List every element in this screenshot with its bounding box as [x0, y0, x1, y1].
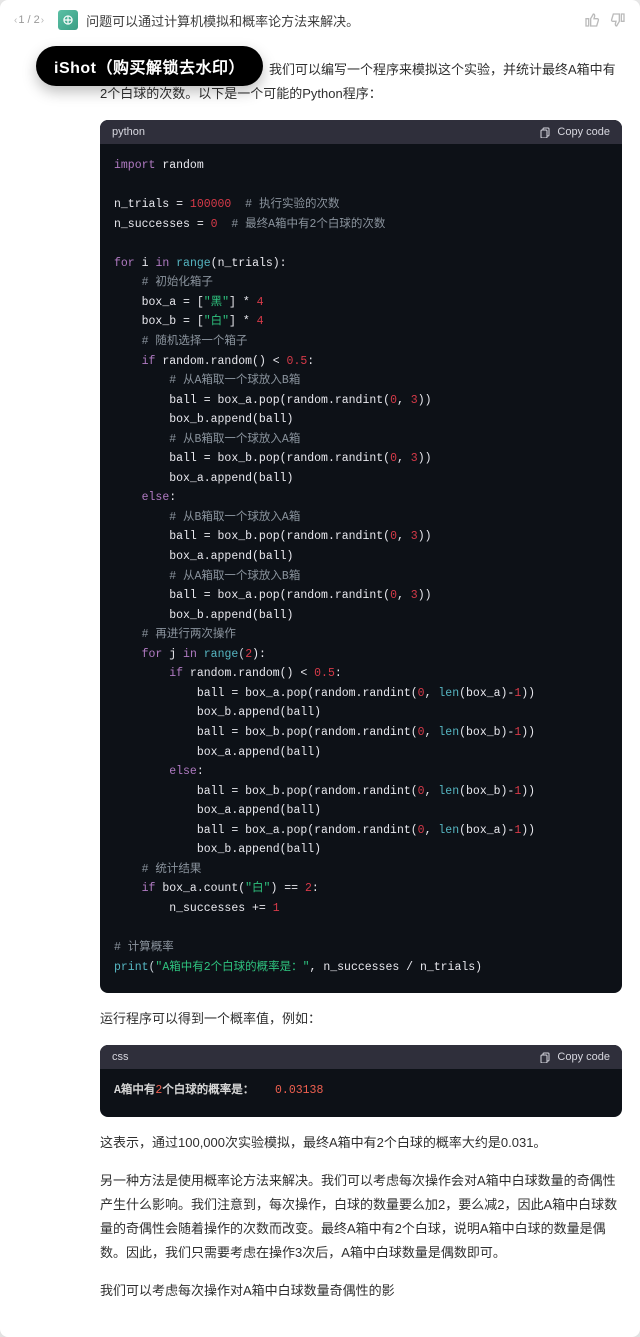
chevron-left-icon[interactable]: ‹	[14, 15, 17, 26]
page-sheet: ‹ 1 / 2 › 问题可以通过计算机模拟和概率论方法来解决。 iShot（购买…	[0, 0, 640, 1337]
watermark-badge: iShot（购买解锁去水印）	[36, 46, 263, 86]
copy-code-label: Copy code	[557, 1051, 610, 1063]
code-lang-label: python	[112, 126, 145, 138]
copy-code-label: Copy code	[557, 126, 610, 138]
response-body: 为了验证计算机模拟的概率，我们可以编写一个程序来模拟这个实验，并统计最终A箱中有…	[0, 58, 640, 1337]
chevron-right-icon[interactable]: ›	[41, 15, 44, 26]
code-block-output: css Copy code A箱中有2个白球的概率是： 0.03138	[100, 1045, 622, 1117]
copy-code-button[interactable]: Copy code	[539, 1051, 610, 1063]
clipboard-icon	[539, 1051, 551, 1063]
paragraph: 另一种方法是使用概率论方法来解决。我们可以考虑每次操作会对A箱中白球数量的奇偶性…	[100, 1169, 622, 1265]
feedback-buttons	[584, 12, 626, 28]
code-header: css Copy code	[100, 1045, 622, 1069]
code-lang-label: css	[112, 1051, 129, 1063]
clipboard-icon	[539, 126, 551, 138]
code-content[interactable]: import random n_trials = 100000 # 执行实验的次…	[100, 144, 622, 993]
response-pager[interactable]: ‹ 1 / 2 ›	[14, 14, 44, 26]
code-content[interactable]: A箱中有2个白球的概率是： 0.03138	[100, 1069, 622, 1117]
paragraph: 这表示，通过100,000次实验模拟，最终A箱中有2个白球的概率大约是0.031…	[100, 1131, 622, 1155]
pager-label: 1 / 2	[18, 14, 39, 26]
assistant-avatar	[58, 10, 78, 30]
paragraph: 我们可以考虑每次操作对A箱中白球数量奇偶性的影	[100, 1279, 622, 1303]
response-topbar: ‹ 1 / 2 › 问题可以通过计算机模拟和概率论方法来解决。	[0, 0, 640, 36]
paragraph: 运行程序可以得到一个概率值，例如：	[100, 1007, 622, 1031]
code-header: python Copy code	[100, 120, 622, 144]
response-first-line: 问题可以通过计算机模拟和概率论方法来解决。	[86, 11, 576, 30]
code-block-python: python Copy code import random n_trials …	[100, 120, 622, 993]
thumbs-down-icon[interactable]	[610, 12, 626, 28]
logo-icon	[61, 13, 75, 27]
thumbs-up-icon[interactable]	[584, 12, 600, 28]
copy-code-button[interactable]: Copy code	[539, 126, 610, 138]
